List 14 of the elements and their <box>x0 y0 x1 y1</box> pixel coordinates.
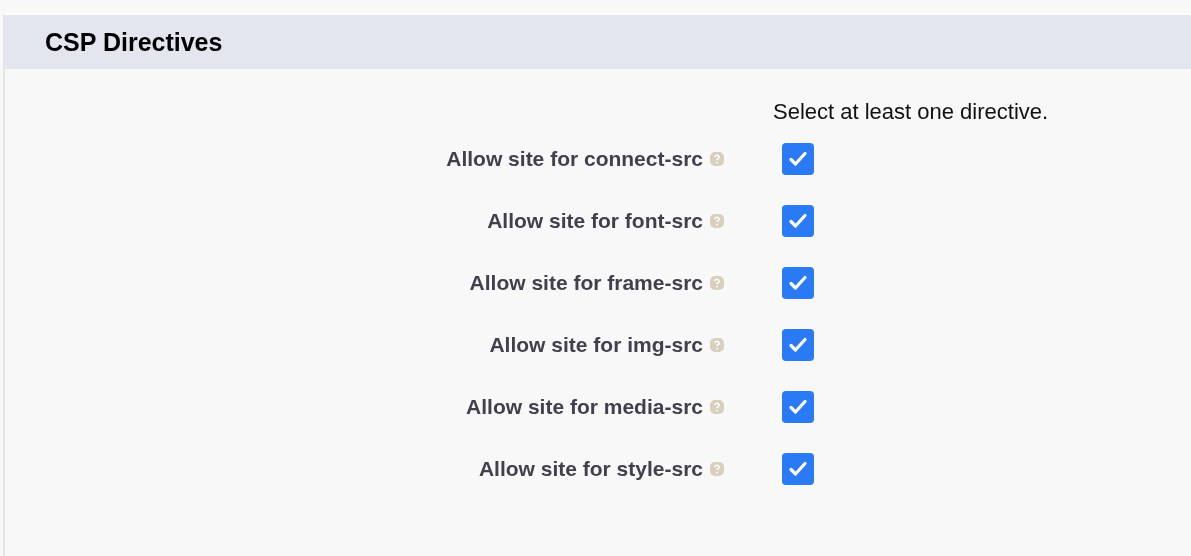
checkbox[interactable] <box>782 390 814 423</box>
directive-label: Allow site for img-src <box>489 332 703 357</box>
checkbox[interactable] <box>782 204 814 237</box>
directive-label: Allow site for style-src <box>478 456 703 481</box>
section-title: CSP Directives <box>45 27 223 57</box>
hint-text: Select at least one directive. <box>773 98 1050 126</box>
checkbox[interactable] <box>782 328 814 361</box>
directive-label: Allow site for font-src <box>487 208 703 233</box>
directive-label: Allow site for media-src <box>466 394 703 419</box>
directive-label: Allow site for frame-src <box>469 270 703 295</box>
directive-label: Allow site for connect-src <box>446 146 703 171</box>
checkbox[interactable] <box>782 266 814 299</box>
checkbox[interactable] <box>782 142 814 175</box>
checkbox[interactable] <box>782 452 814 485</box>
